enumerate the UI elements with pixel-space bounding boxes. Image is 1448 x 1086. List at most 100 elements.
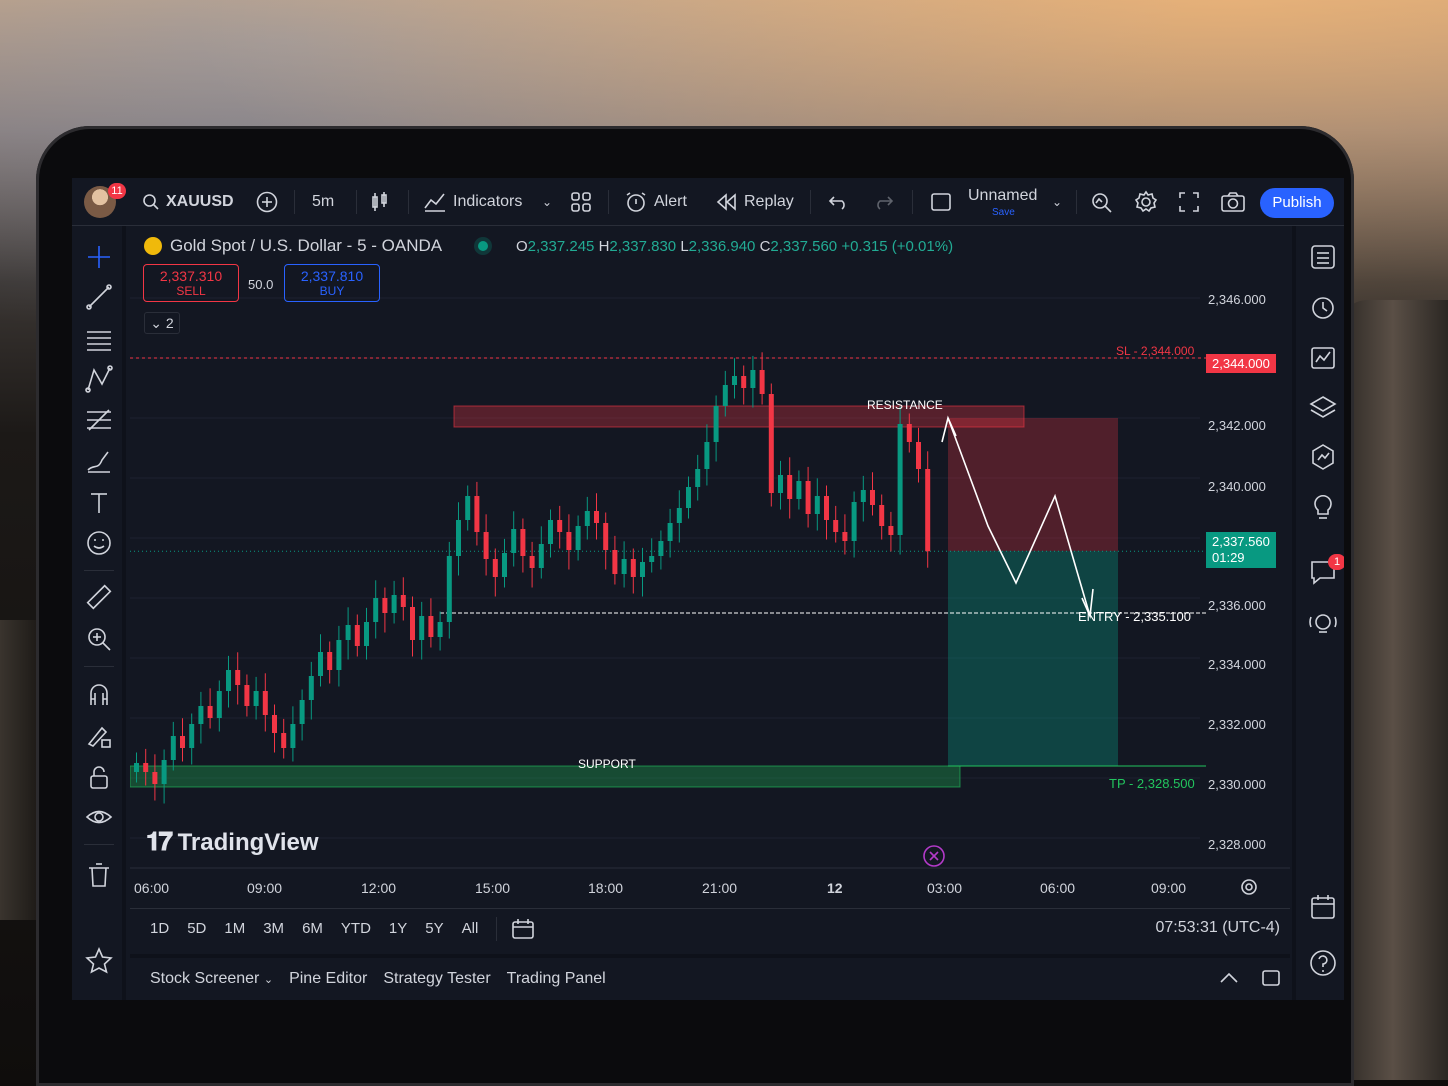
help-icon[interactable] [1308,948,1338,978]
stay-in-drawing-mode-icon[interactable] [84,720,114,750]
gear-icon [1134,190,1158,213]
lock-icon[interactable] [84,762,114,792]
candle-body [630,559,636,577]
candle-body [796,481,802,499]
spread-value: 50.0 [248,277,274,292]
undo-button[interactable] [828,178,850,226]
layouts-button[interactable] [570,178,592,226]
alert-label: Alert [654,193,687,210]
chevron-up-icon[interactable] [1218,970,1240,986]
magnet-icon[interactable] [84,680,114,710]
pattern-icon[interactable] [84,364,114,394]
range-5y-button[interactable]: 5Y [425,920,443,937]
layout-checkbox[interactable] [930,178,952,226]
settings-button[interactable] [1134,178,1158,226]
candle-body [437,622,443,637]
range-1d-button[interactable]: 1D [150,920,169,937]
price-axis-label: 2,334.000 [1208,657,1266,672]
publish-button[interactable]: Publish [1260,188,1334,218]
timeframe-button[interactable]: 5m [312,178,334,226]
signals-icon[interactable] [1308,608,1338,638]
symbol-search-button[interactable]: XAUUSD [142,178,234,226]
candle-body [400,595,406,607]
chart-type-button[interactable] [370,178,390,226]
candle-body [814,496,820,514]
star-icon[interactable] [84,946,114,976]
gold-symbol-logo [144,237,162,255]
candle-body [566,532,572,550]
layout-dropdown-chevron-icon[interactable]: ⌄ [1052,178,1062,226]
maximize-panel-icon[interactable] [1260,968,1282,988]
indicators-collapse-button[interactable]: ⌄ 2 [144,312,180,334]
stock-screener-tab[interactable]: Stock Screener ⌄ [150,970,273,988]
candle-body [134,763,139,772]
candle-body [897,424,903,535]
candle-body [428,616,434,637]
candle-body [382,598,388,613]
buy-button[interactable]: 2,337.810 BUY [284,264,380,302]
range-all-button[interactable]: All [462,920,479,937]
range-3m-button[interactable]: 3M [263,920,284,937]
range-ytd-button[interactable]: YTD [341,920,371,937]
indicators-button[interactable]: Indicators [424,178,522,226]
layout-save-label[interactable]: Save [992,207,1015,218]
alerts-clock-icon[interactable] [1308,292,1338,322]
compare-symbol-button[interactable] [256,178,278,226]
go-to-date-calendar-icon[interactable] [511,918,535,940]
brush-icon[interactable] [84,446,114,476]
pine-editor-tab[interactable]: Pine Editor [289,970,367,988]
candle-body [851,502,857,541]
alert-button[interactable]: Alert [624,178,687,226]
session-break-icon[interactable] [922,844,946,868]
candle-body [833,520,839,532]
emoji-icon[interactable] [84,528,114,558]
zoom-in-icon[interactable] [84,624,114,654]
ruler-icon[interactable] [84,582,114,612]
candle-body [143,763,149,772]
candle-body [299,700,305,724]
candle-body [824,496,829,520]
fullscreen-button[interactable] [1178,178,1200,226]
sell-button[interactable]: 2,337.310 SELL [143,264,239,302]
hotlist-icon[interactable] [1308,442,1338,472]
calendar-icon[interactable] [1308,892,1338,922]
candles-icon [372,192,387,211]
chart-area[interactable]: Gold Spot / U.S. Dollar - 5 - OANDA O2,3… [130,228,1290,904]
fibonacci-icon[interactable] [84,406,114,436]
candle-body [649,556,655,562]
square-icon [931,193,951,211]
ideas-lightbulb-icon[interactable] [1308,492,1338,522]
replay-button[interactable]: Replay [716,178,794,226]
candle-body [446,556,452,622]
price-axis-label: 2,330.000 [1208,777,1266,792]
indicators-dropdown-chevron-icon[interactable]: ⌄ [542,178,552,226]
text-icon[interactable] [84,488,114,518]
timezone-clock[interactable]: 07:53:31 (UTC-4) [1156,919,1281,937]
data-window-icon[interactable] [1308,342,1338,372]
chart-title[interactable]: Gold Spot / U.S. Dollar - 5 - OANDA [170,236,442,256]
candle-body [667,523,673,541]
horizontal-lines-icon[interactable] [84,324,114,354]
watchlist-icon[interactable] [1308,242,1338,272]
redo-button[interactable] [872,178,894,226]
candle-body [290,724,296,748]
range-6m-button[interactable]: 6M [302,920,323,937]
candle-body [557,520,563,532]
layers-icon[interactable] [1308,392,1338,422]
range-1m-button[interactable]: 1M [224,920,245,937]
quick-search-button[interactable] [1090,178,1114,226]
time-axis-label: 03:00 [927,880,963,896]
price-chart[interactable] [130,228,1290,904]
trading-panel-tab[interactable]: Trading Panel [507,970,606,988]
snapshot-button[interactable] [1220,178,1246,226]
axis-settings-gear-icon[interactable] [1240,878,1258,896]
background-left-object [0,620,40,920]
trend-line-icon[interactable] [84,282,114,312]
candle-body [695,469,701,487]
range-5d-button[interactable]: 5D [187,920,206,937]
trash-icon[interactable] [84,860,114,890]
strategy-tester-tab[interactable]: Strategy Tester [383,970,490,988]
crosshair-icon[interactable] [84,242,114,272]
eye-icon[interactable] [84,802,114,832]
range-1y-button[interactable]: 1Y [389,920,407,937]
